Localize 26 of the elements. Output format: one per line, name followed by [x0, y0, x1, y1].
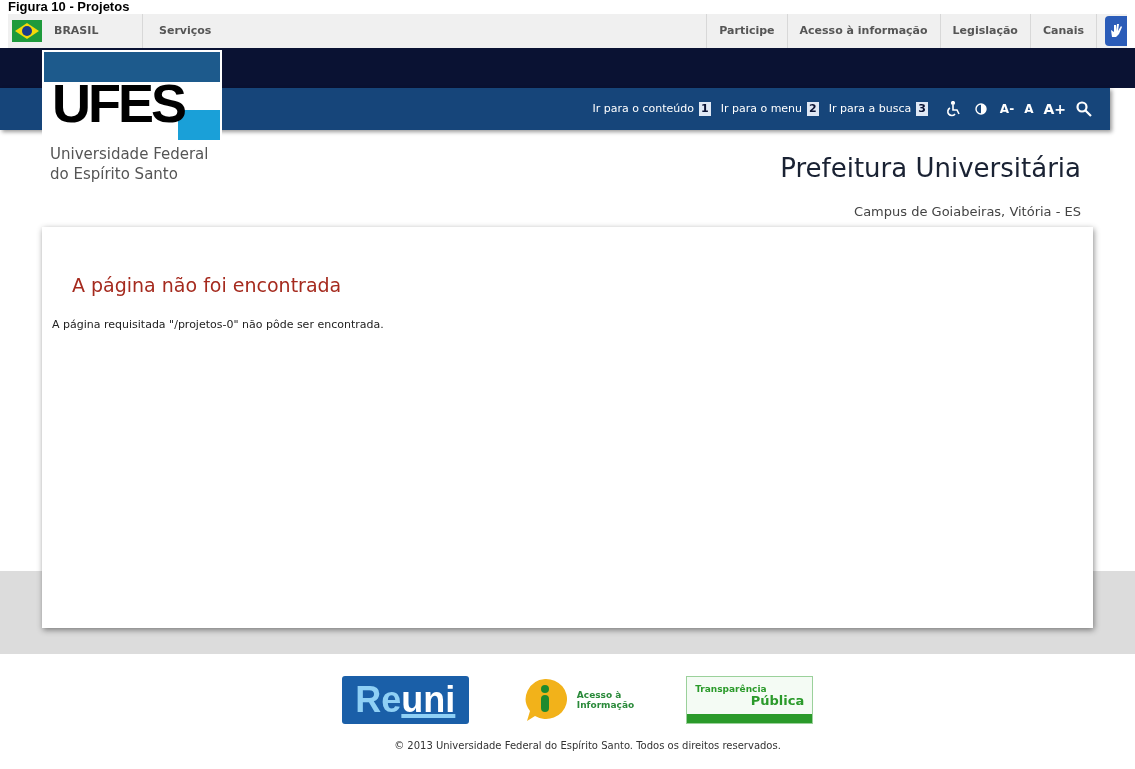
nav-link[interactable]: Serviços — [143, 14, 228, 48]
brasil-link[interactable]: BRASIL — [54, 22, 99, 40]
site-title: Prefeitura Universitária — [780, 152, 1081, 184]
transparency-logo[interactable]: Transparência Pública — [686, 675, 814, 724]
figure-caption: Figura 10 - Projetos — [8, 0, 130, 14]
ufes-logo[interactable]: UFES — [42, 50, 222, 142]
logo-text: Acesso à — [576, 689, 623, 700]
skip-link[interactable]: Ir para a busca 3 — [828, 100, 928, 118]
flag-icon — [12, 20, 42, 42]
font-size-button[interactable]: A+ — [1043, 98, 1066, 120]
university-name: Universidade Federal — [50, 144, 209, 164]
skip-link[interactable]: Ir para o conteúdo 1 — [592, 100, 711, 118]
logo-text: Informação — [576, 699, 635, 710]
skip-link[interactable]: Ir para o menu 2 — [720, 100, 819, 118]
font-size-button[interactable]: A — [1024, 100, 1034, 118]
copyright: © 2013 Universidade Federal do Espírito Santo. Todos os direitos reservados. — [393, 738, 782, 753]
site-subtitle: Campus de Goiabeiras, Vitória - ES — [854, 203, 1081, 221]
page-heading: A página não foi encontrada — [71, 272, 343, 298]
error-message: A página requisitada "/projetos-0" não pôde ser encontrada. — [52, 317, 385, 333]
university-name: do Espírito Santo — [50, 164, 179, 184]
font-size-button[interactable]: A- — [999, 100, 1015, 118]
access-information-logo[interactable]: Acesso à Informação — [520, 675, 635, 724]
sign-language-icon[interactable] — [1105, 16, 1127, 46]
reuni-logo[interactable]: Reuni — [341, 675, 469, 724]
search-icon[interactable] — [1076, 101, 1092, 117]
accessibility-icon[interactable] — [945, 101, 962, 117]
